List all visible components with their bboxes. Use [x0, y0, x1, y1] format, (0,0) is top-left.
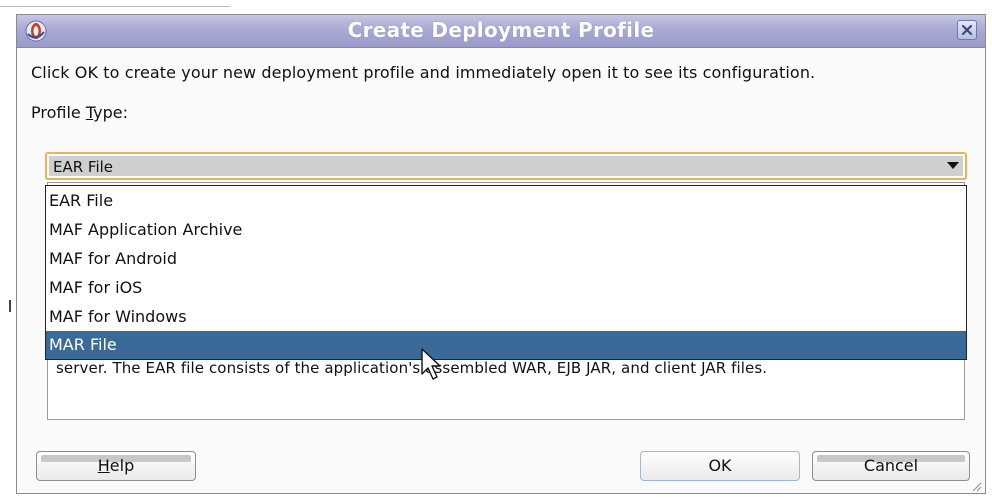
title-bar[interactable]: Create Deployment Profile [17, 15, 985, 48]
option-mar-file[interactable]: MAR File [46, 331, 966, 359]
intro-text: Click OK to create your new deployment p… [31, 63, 816, 82]
cancel-button-label: Cancel [863, 456, 919, 475]
profile-type-label: Profile Type: [31, 103, 128, 122]
option-maf-for-android[interactable]: MAF for Android [46, 245, 966, 273]
option-ear-file[interactable]: EAR File [46, 187, 966, 215]
profile-type-label-pre: Profile [31, 103, 86, 122]
resize-grip-icon[interactable] [970, 480, 982, 492]
profile-type-label-post: ype: [93, 103, 128, 122]
option-maf-application-archive[interactable]: MAF Application Archive [46, 216, 966, 244]
profile-type-dropdown[interactable]: EAR File [45, 152, 967, 180]
option-maf-for-ios[interactable]: MAF for iOS [46, 274, 966, 302]
help-mnemonic: H [97, 456, 110, 475]
help-rest: elp [109, 456, 135, 475]
background-window-mark [9, 300, 11, 312]
background-window-edge [0, 6, 230, 7]
profile-type-dropdown-field [49, 156, 963, 176]
chevron-down-icon[interactable] [947, 162, 959, 170]
dialog-title: Create Deployment Profile [347, 18, 655, 42]
description-text: server. The EAR file consists of the app… [56, 359, 768, 377]
help-button-label: Help [98, 456, 134, 475]
cancel-button[interactable]: Cancel [812, 451, 970, 481]
mouse-pointer-icon [421, 348, 441, 380]
ok-button-label: OK [708, 456, 732, 475]
close-button[interactable] [957, 20, 977, 40]
option-maf-for-windows[interactable]: MAF for Windows [46, 303, 966, 331]
close-icon [961, 24, 973, 36]
profile-type-options-list: EAR File MAF Application Archive MAF for… [45, 185, 967, 360]
ok-button[interactable]: OK [640, 451, 800, 481]
profile-type-selected-value: EAR File [53, 158, 114, 176]
help-button[interactable]: Help [36, 451, 196, 481]
